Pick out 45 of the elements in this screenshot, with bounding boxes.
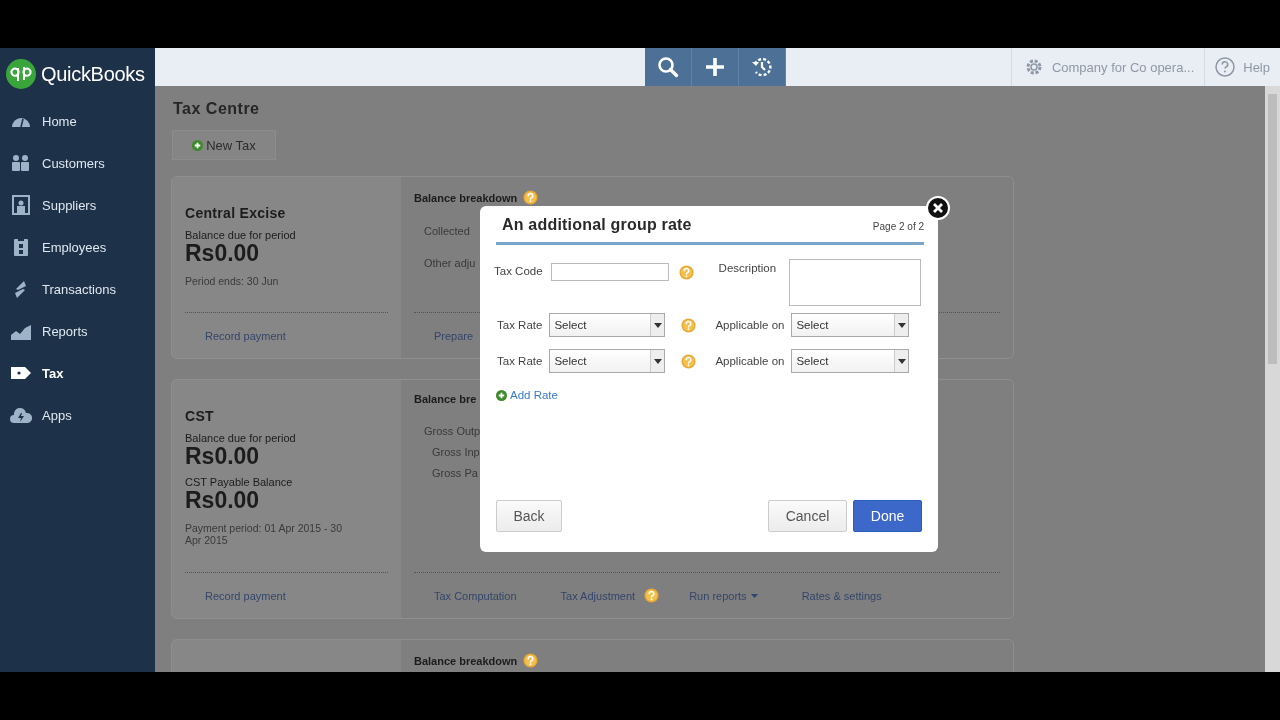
figure-label: CST Payable Balance <box>185 476 294 488</box>
breakdown-item: Gross Inp <box>432 446 480 458</box>
period-note: Payment period: 01 Apr 2015 - 30 Apr 2015 <box>185 522 344 546</box>
dialog-title: An additional group rate <box>502 216 692 234</box>
select-field[interactable]: Select <box>549 313 666 337</box>
back-button[interactable]: Back <box>496 500 562 532</box>
sidebar-item[interactable]: Suppliers <box>0 184 155 226</box>
new-tax-button[interactable]: New Tax <box>172 130 276 160</box>
breakdown-title: Balance bre <box>414 393 477 405</box>
sidebar-item[interactable]: Tax <box>0 352 155 394</box>
app-logo: QuickBooks <box>41 62 145 86</box>
page-indicator: Page 2 of 2 <box>872 221 924 232</box>
tax-name: Central Excise <box>185 205 287 221</box>
field-label: Tax Code <box>494 265 543 279</box>
select-field[interactable]: Select <box>791 349 910 373</box>
figure-label: Balance due for period <box>185 432 297 444</box>
field-label: Applicable on <box>715 355 785 367</box>
select-field[interactable]: Select <box>549 349 666 373</box>
select-field[interactable]: Select <box>791 313 910 337</box>
sidebar-item[interactable]: Transactions <box>0 268 155 310</box>
field-label: Tax Rate <box>497 319 543 331</box>
breakdown-title: Balance breakdown <box>414 191 518 204</box>
cancel-button[interactable]: Cancel <box>768 500 847 532</box>
breakdown-item: Gross Outp <box>424 425 481 437</box>
breakdown-item: Gross Pa <box>432 467 478 479</box>
period-note: Period ends: 30 Jun <box>185 275 280 287</box>
sidebar-item[interactable]: Employees <box>0 226 155 268</box>
sidebar-item[interactable]: Reports <box>0 310 155 352</box>
sidebar-item[interactable]: Apps <box>0 394 155 436</box>
done-button[interactable]: Done <box>853 500 922 532</box>
amount: Rs0.00 <box>185 241 261 265</box>
amount: Rs0.00 <box>185 488 261 512</box>
add-rate-link[interactable]: Add Rate <box>496 389 558 401</box>
page-title: Tax Centre <box>173 100 261 118</box>
field-label: Tax Rate <box>497 355 543 367</box>
breakdown-item: Other adju <box>424 257 476 269</box>
figure-label: Balance due for period <box>185 229 297 241</box>
breakdown-title: Balance breakdown <box>414 654 518 667</box>
breakdown-item: Collected <box>424 225 470 237</box>
tax-name: CST <box>185 408 215 424</box>
field-label: Description <box>718 262 777 276</box>
field-label: Applicable on <box>715 319 785 331</box>
amount: Rs0.00 <box>185 444 261 468</box>
sidebar-item[interactable]: Home <box>0 100 155 142</box>
sidebar-item[interactable]: Customers <box>0 142 155 184</box>
